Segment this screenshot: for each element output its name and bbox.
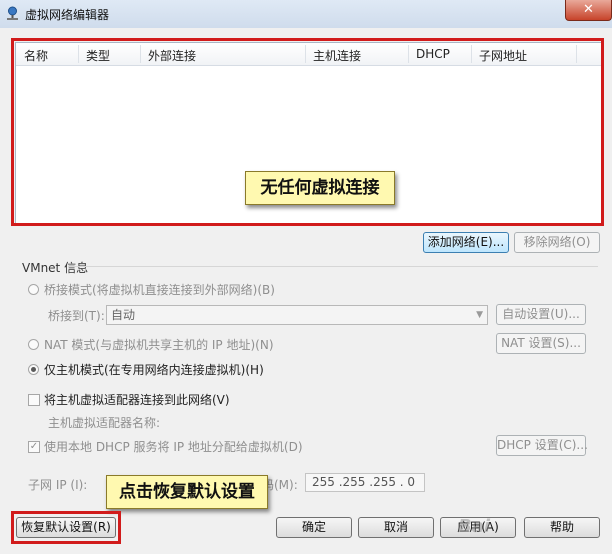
- dhcp-settings-button[interactable]: DHCP 设置(C)...: [496, 435, 588, 456]
- bridge-to-select[interactable]: 自动 ▼: [106, 305, 488, 325]
- close-button[interactable]: ✕: [565, 0, 612, 21]
- restore-highlight-frame: [11, 511, 121, 544]
- group-divider: [68, 266, 598, 267]
- subnet-mask-input[interactable]: 255 .255 .255 . 0: [305, 473, 425, 492]
- bridge-mode-label[interactable]: 桥接模式(将虚拟机直接连接到外部网络)(B): [44, 281, 275, 298]
- vmnet-group-label: VMnet 信息: [22, 261, 89, 275]
- empty-table-callout: 无任何虚拟连接: [245, 171, 395, 205]
- host-only-mode-label[interactable]: 仅主机模式(在专用网络内连接虚拟机)(H): [44, 361, 264, 378]
- chevron-down-icon: ▼: [476, 310, 483, 320]
- network-app-icon: [7, 6, 18, 20]
- nat-mode-label[interactable]: NAT 模式(与虚拟机共享主机的 IP 地址)(N): [44, 336, 274, 353]
- bridge-mode-radio[interactable]: [28, 284, 39, 295]
- help-button[interactable]: 帮助: [524, 517, 600, 538]
- use-dhcp-checkbox[interactable]: ✓: [28, 441, 40, 453]
- bridge-to-value: 自动: [111, 308, 136, 322]
- nat-mode-radio[interactable]: [28, 339, 39, 350]
- nat-settings-button[interactable]: NAT 设置(S)...: [496, 333, 586, 354]
- ok-button[interactable]: 确定: [276, 517, 352, 538]
- auto-settings-button[interactable]: 自动设置(U)...: [496, 304, 586, 325]
- cancel-button[interactable]: 取消: [358, 517, 434, 538]
- remove-network-button[interactable]: 移除网络(O): [514, 232, 600, 253]
- bridge-to-label: 桥接到(T):: [48, 309, 105, 323]
- restore-defaults-callout: 点击恢复默认设置: [106, 475, 268, 509]
- adapter-name-label: 主机虚拟适配器名称:: [48, 416, 161, 430]
- host-only-mode-radio[interactable]: [28, 364, 39, 375]
- window-title: 虚拟网络编辑器: [25, 8, 110, 22]
- connect-adapter-label[interactable]: 将主机虚拟适配器连接到此网络(V): [44, 391, 230, 408]
- connect-adapter-checkbox[interactable]: [28, 394, 40, 406]
- use-dhcp-label[interactable]: 使用本地 DHCP 服务将 IP 地址分配给虚拟机(D): [44, 438, 303, 455]
- title-bar: 虚拟网络编辑器 ✕: [0, 0, 612, 28]
- subnet-ip-label: 子网 IP (I):: [28, 478, 88, 492]
- watermark-text: Bai: [458, 516, 491, 537]
- add-network-button[interactable]: 添加网络(E)...: [423, 232, 509, 253]
